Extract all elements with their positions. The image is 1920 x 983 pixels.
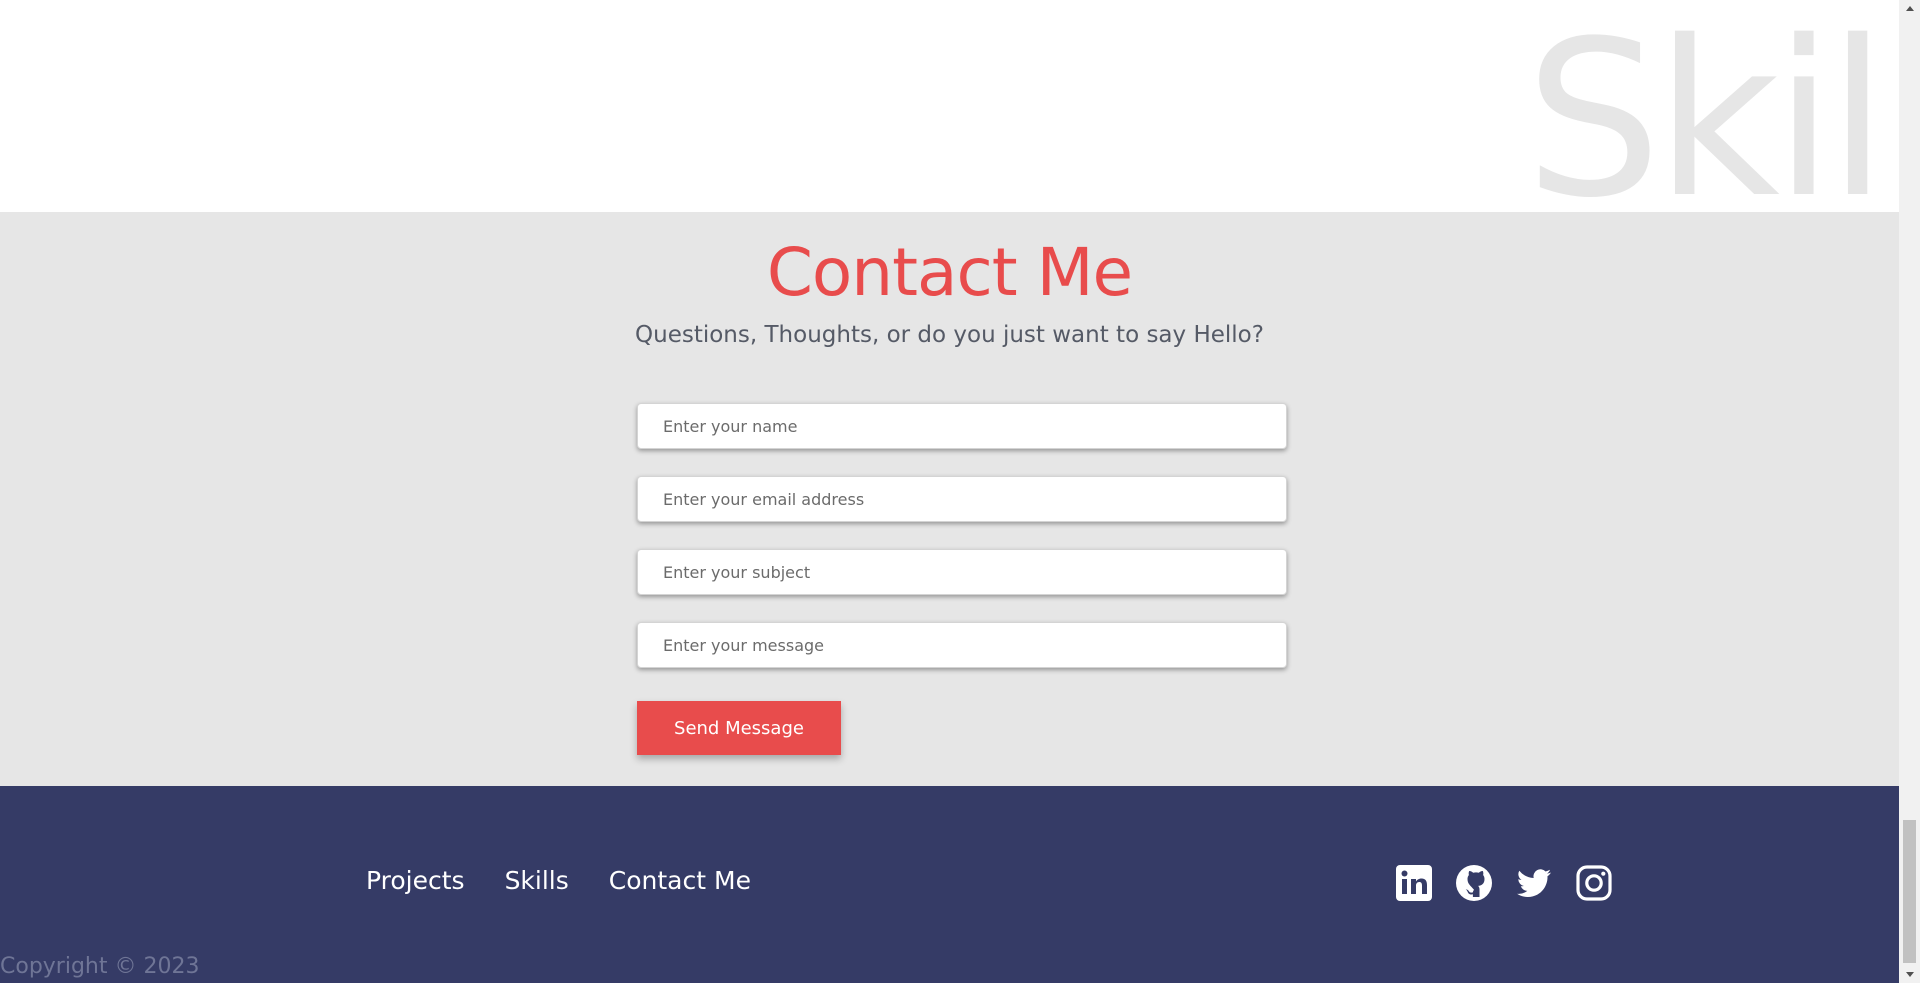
- scroll-down-button[interactable]: [1899, 966, 1920, 983]
- footer-link-projects[interactable]: Projects: [366, 866, 465, 895]
- send-message-button[interactable]: Send Message: [637, 701, 841, 755]
- arrow-down-icon: [1905, 972, 1914, 977]
- contact-title: Contact Me: [766, 234, 1133, 311]
- twitter-icon[interactable]: [1515, 864, 1553, 902]
- github-icon[interactable]: [1455, 864, 1493, 902]
- subject-input[interactable]: [637, 549, 1287, 595]
- footer-link-contact[interactable]: Contact Me: [609, 866, 751, 895]
- background-word: Skill: [1525, 0, 1899, 212]
- scroll-up-button[interactable]: [1899, 0, 1920, 17]
- page: Skill Contact Me Questions, Thoughts, or…: [0, 0, 1899, 983]
- linkedin-icon[interactable]: [1395, 864, 1433, 902]
- arrow-up-icon: [1905, 6, 1914, 11]
- contact-subtitle: Questions, Thoughts, or do you just want…: [635, 322, 1264, 348]
- skills-section-bottom: Skill: [0, 0, 1899, 212]
- email-input[interactable]: [637, 476, 1287, 522]
- social-links: [1395, 864, 1613, 902]
- contact-section: Contact Me Questions, Thoughts, or do yo…: [0, 212, 1899, 786]
- footer-nav: Projects Skills Contact Me: [366, 866, 751, 895]
- message-input[interactable]: [637, 622, 1287, 668]
- footer: Projects Skills Contact Me Copyright © 2…: [0, 786, 1899, 983]
- vertical-scrollbar[interactable]: [1899, 0, 1920, 983]
- name-input[interactable]: [637, 403, 1287, 449]
- footer-link-skills[interactable]: Skills: [505, 866, 569, 895]
- copyright-text: Copyright © 2023: [0, 954, 200, 979]
- scroll-thumb[interactable]: [1903, 820, 1916, 963]
- instagram-icon[interactable]: [1575, 864, 1613, 902]
